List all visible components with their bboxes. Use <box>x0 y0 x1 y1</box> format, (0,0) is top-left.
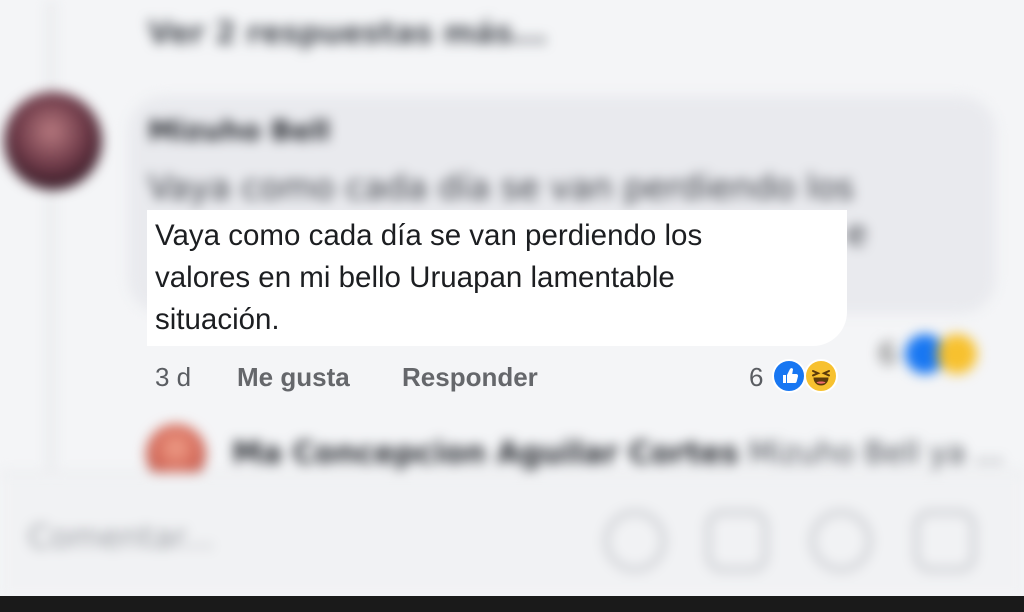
comment-text-line: valores en mi bello Uruapan lamentable <box>155 261 675 294</box>
haha-icon <box>804 359 838 393</box>
blurred-reaction-count: 6 <box>878 336 898 372</box>
reply-button[interactable]: Responder <box>402 362 538 393</box>
comment-actions: 3 d Me gusta Responder 6 <box>155 359 855 398</box>
camera-icon[interactable] <box>604 510 666 572</box>
blurred-reactions: 6 <box>878 334 978 374</box>
gif-icon[interactable] <box>706 510 768 572</box>
sticker-icon[interactable] <box>914 510 976 572</box>
comment-author[interactable]: Mizuho Bell <box>148 114 330 147</box>
comment-text-blurred: Vaya como cada día se van perdiendo los <box>148 168 855 208</box>
comment-input[interactable]: Comentar... <box>28 518 214 556</box>
reactions-summary[interactable] <box>772 359 842 395</box>
reply-preview[interactable]: Ma Concepcion Aguilar Cortes Mizuho Bell… <box>232 436 1004 471</box>
reply-text: Mizuho Bell ya ... <box>748 436 1004 471</box>
more-replies-link[interactable]: Ver 2 respuestas más... <box>148 16 547 51</box>
comment-timestamp[interactable]: 3 d <box>155 362 191 393</box>
reply-author[interactable]: Ma Concepcion Aguilar Cortes <box>232 436 739 471</box>
avatar[interactable] <box>4 92 102 190</box>
haha-icon <box>937 334 978 374</box>
comment-text-line: Vaya como cada día se van perdiendo los <box>155 219 703 252</box>
like-icon <box>772 359 806 393</box>
reaction-count[interactable]: 6 <box>749 362 763 393</box>
emoji-icon[interactable] <box>810 510 872 572</box>
like-button[interactable]: Me gusta <box>237 362 350 393</box>
comment-text-line: situación. <box>155 303 280 336</box>
bottom-bar <box>0 596 1024 612</box>
comment-text: Vaya como cada día se van perdiendo los … <box>155 215 855 341</box>
thread-line <box>48 0 54 470</box>
